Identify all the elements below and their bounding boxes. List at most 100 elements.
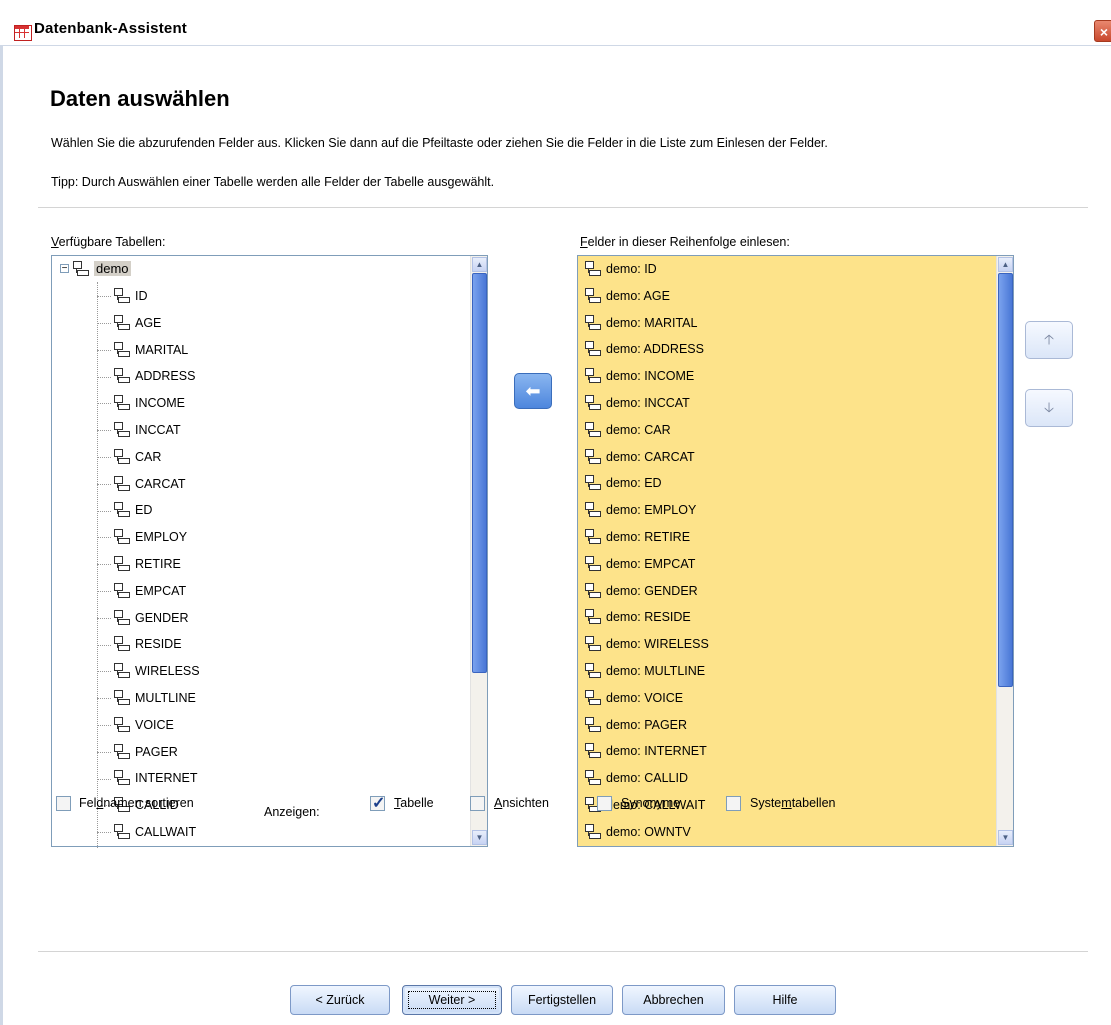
scroll-thumb[interactable] xyxy=(472,273,487,673)
field-icon xyxy=(113,582,130,598)
scroll-up-button[interactable]: ▲ xyxy=(472,257,487,272)
selected-field-item[interactable]: demo: MULTLINE xyxy=(584,660,705,682)
selected-field-item[interactable]: demo: CAR xyxy=(584,419,671,441)
tree-field-item[interactable]: EMPLOY xyxy=(97,526,187,548)
selected-field-item[interactable]: demo: INTERNET xyxy=(584,740,707,762)
selected-field-label: demo: ED xyxy=(606,476,662,491)
synonyms-checkbox[interactable] xyxy=(597,796,612,811)
selected-field-item[interactable]: demo: RESIDE xyxy=(584,606,691,628)
tree-field-item[interactable]: MARITAL xyxy=(97,339,188,361)
field-icon xyxy=(113,689,130,705)
field-icon xyxy=(113,501,130,518)
close-button[interactable]: × xyxy=(1094,20,1111,42)
sort-fieldnames-checkbox[interactable] xyxy=(56,796,71,811)
fields-scrollbar[interactable]: ▲ ▼ xyxy=(996,256,1013,846)
field-icon xyxy=(113,823,130,839)
selected-field-item[interactable]: demo: GENDER xyxy=(584,580,698,602)
fields-to-read-list[interactable]: ▲ ▼ demo: ID demo: AGE demo: MARITAL demo: … xyxy=(577,255,1014,847)
table-grid-icon xyxy=(14,25,32,41)
tree-field-item[interactable]: CAR xyxy=(97,446,161,468)
tree-field-item[interactable]: INCOME xyxy=(97,392,185,414)
finish-button[interactable]: Fertigstellen xyxy=(511,985,613,1015)
tree-field-item[interactable]: ADDRESS xyxy=(97,365,195,387)
selected-field-item[interactable]: demo: ADDRESS xyxy=(584,338,704,360)
move-up-button[interactable]: 🡡 xyxy=(1025,321,1073,359)
selected-field-item[interactable]: demo: CALLID xyxy=(584,767,688,789)
tree-field-label: MARITAL xyxy=(135,342,189,357)
selected-field-item[interactable]: demo: EMPCAT xyxy=(584,553,695,575)
selected-field-label: demo: ID xyxy=(606,262,657,276)
tree-field-item[interactable]: PAGER xyxy=(97,741,178,763)
selected-field-item[interactable]: demo: ID xyxy=(584,258,657,280)
tree-field-item[interactable]: AGE xyxy=(97,312,161,334)
tree-field-label: CAR xyxy=(135,449,162,464)
field-icon xyxy=(584,608,601,625)
next-button[interactable]: Weiter > xyxy=(402,985,502,1015)
views-checkbox-label: Ansichten xyxy=(494,796,549,810)
selected-field-item[interactable]: demo: ED xyxy=(584,472,662,494)
system-tables-checkbox[interactable] xyxy=(726,796,741,811)
tree-field-item[interactable]: ED xyxy=(97,499,152,521)
collapse-icon[interactable]: − xyxy=(60,264,69,274)
field-icon xyxy=(113,448,130,464)
field-icon xyxy=(113,367,130,384)
header-separator xyxy=(38,207,1088,208)
selected-field-item[interactable]: demo: RETIRE xyxy=(584,526,690,548)
selected-field-item[interactable]: demo: WIRELESS xyxy=(584,633,709,655)
selected-field-item[interactable]: demo: VOICE xyxy=(584,687,683,709)
tree-field-item[interactable]: CARCAT xyxy=(97,473,185,495)
tree-field-item[interactable]: EMPCAT xyxy=(97,580,186,602)
table-checkbox[interactable] xyxy=(370,793,385,813)
arrow-up-icon: 🡡 xyxy=(1043,331,1055,347)
system-tables-label: Systemtabellen xyxy=(750,796,836,810)
field-icon xyxy=(113,475,130,491)
selected-field-label: demo: CARCAT xyxy=(606,449,695,464)
selected-field-item[interactable]: demo: OWNTV xyxy=(584,821,691,843)
move-down-button[interactable]: 🡣 xyxy=(1025,389,1073,427)
selected-field-item[interactable]: demo: PAGER xyxy=(584,714,687,736)
field-icon xyxy=(584,314,601,330)
tree-field-item[interactable]: CALLWAIT xyxy=(97,821,196,843)
help-button[interactable]: Hilfe xyxy=(734,985,836,1015)
tree-field-item[interactable]: RESIDE xyxy=(97,633,182,655)
field-icon xyxy=(113,662,130,679)
tree-field-label: CARCAT xyxy=(135,476,186,491)
tree-field-item[interactable]: RETIRE xyxy=(97,553,181,575)
selected-field-label: demo: INCCAT xyxy=(606,396,690,410)
tree-field-item[interactable]: ID xyxy=(97,285,148,307)
tree-node-demo[interactable]: demo xyxy=(72,258,131,280)
cancel-button[interactable]: Abbrechen xyxy=(622,985,725,1015)
selected-field-label: demo: MULTLINE xyxy=(606,664,706,678)
selected-field-label: demo: MARITAL xyxy=(606,315,698,330)
tree-field-item[interactable]: MULTLINE xyxy=(97,687,196,709)
back-button[interactable]: < Zurück xyxy=(290,985,390,1015)
move-field-arrow-button[interactable]: ⬅ xyxy=(514,373,552,409)
selected-field-label: demo: EMPLOY xyxy=(606,503,697,518)
table-icon xyxy=(72,260,89,276)
selected-field-item[interactable]: demo: INCOME xyxy=(584,365,694,387)
field-icon xyxy=(113,635,130,652)
sort-fieldnames-label: Feldnamen sortieren xyxy=(79,796,194,810)
selected-field-item[interactable]: demo: EMPLOY xyxy=(584,499,696,521)
selected-field-label: demo: OWNTV xyxy=(606,824,691,839)
scroll-down-button[interactable]: ▼ xyxy=(472,830,487,845)
scroll-down-button[interactable]: ▼ xyxy=(998,830,1013,845)
field-icon xyxy=(584,287,601,303)
selected-field-item[interactable]: demo: AGE xyxy=(584,285,670,307)
field-icon xyxy=(113,287,130,303)
selected-field-item[interactable]: demo: INCCAT xyxy=(584,392,690,414)
tree-field-item[interactable]: GENDER xyxy=(97,607,188,629)
scroll-thumb[interactable] xyxy=(998,273,1013,687)
selected-field-item[interactable]: demo: CARCAT xyxy=(584,446,695,468)
scroll-up-button[interactable]: ▲ xyxy=(998,257,1013,272)
available-tables-scrollbar[interactable]: ▲ ▼ xyxy=(470,256,487,846)
tree-field-item[interactable]: WIRELESS xyxy=(97,660,200,682)
field-icon xyxy=(584,474,601,491)
selected-field-item[interactable]: demo: MARITAL xyxy=(584,312,697,334)
tree-field-item[interactable]: INCCAT xyxy=(97,419,181,441)
views-checkbox[interactable] xyxy=(470,796,485,811)
selected-field-label: demo: WIRELESS xyxy=(606,637,709,652)
tree-field-item[interactable]: INTERNET xyxy=(97,767,198,789)
selected-field-label: demo: INTERNET xyxy=(606,744,707,759)
tree-field-item[interactable]: VOICE xyxy=(97,714,174,736)
